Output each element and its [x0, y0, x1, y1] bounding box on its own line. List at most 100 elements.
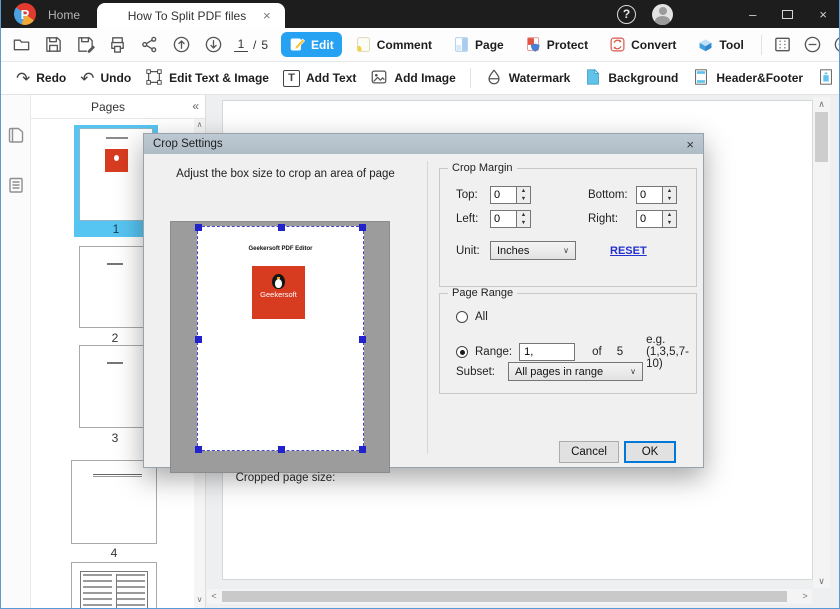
spin-up-icon[interactable]: ▲	[517, 211, 530, 219]
all-label: All	[475, 311, 488, 323]
fit-width-button[interactable]	[771, 33, 794, 57]
tab-close-icon[interactable]: ×	[263, 8, 285, 23]
spin-up-icon[interactable]: ▲	[517, 187, 530, 195]
tab-tool[interactable]: Tool	[689, 32, 751, 57]
right-margin-input[interactable]	[636, 210, 663, 228]
tab-page[interactable]: Page	[445, 32, 512, 57]
tab-comment[interactable]: Comment	[347, 32, 440, 57]
open-file-button[interactable]	[10, 33, 33, 57]
save-as-button[interactable]	[74, 33, 97, 57]
scroll-left-icon[interactable]: <	[207, 589, 221, 604]
crop-handle-n[interactable]	[278, 224, 285, 231]
page-thumbnail-3[interactable]	[79, 345, 151, 428]
tab-home[interactable]: Home	[48, 8, 80, 22]
account-avatar[interactable]	[652, 4, 673, 25]
subset-value: All pages in range	[515, 366, 603, 378]
pages-panel-title: Pages	[31, 100, 185, 114]
app-window: P Home How To Split PDF files × ? – ×	[0, 0, 840, 609]
tool-icon	[697, 36, 714, 53]
scroll-up-icon[interactable]: ∧	[813, 97, 830, 111]
collapse-panel-icon[interactable]: «	[192, 99, 199, 113]
crop-handle-sw[interactable]	[195, 446, 202, 453]
crop-handle-nw[interactable]	[195, 224, 202, 231]
edit-text-image-button[interactable]: Edit Text & Image	[145, 68, 269, 89]
left-margin-input[interactable]	[490, 210, 517, 228]
all-radio[interactable]	[456, 311, 468, 323]
crop-handle-se[interactable]	[359, 446, 366, 453]
page-number-label: 2	[79, 331, 151, 345]
crop-handle-s[interactable]	[278, 446, 285, 453]
window-close-button[interactable]: ×	[819, 7, 827, 22]
tab-edit[interactable]: Edit	[281, 32, 342, 57]
spin-down-icon[interactable]: ▼	[663, 195, 676, 203]
tab-protect[interactable]: Protect	[517, 32, 596, 57]
crop-handle-e[interactable]	[359, 336, 366, 343]
scroll-down-icon[interactable]: ∨	[813, 574, 830, 588]
chevron-down-icon: ∨	[557, 246, 569, 255]
scrollbar-thumb[interactable]	[222, 591, 787, 602]
spin-down-icon[interactable]: ▼	[663, 219, 676, 227]
help-icon[interactable]: ?	[617, 5, 636, 24]
zoom-out-button[interactable]	[801, 33, 824, 57]
top-margin-input[interactable]	[490, 186, 517, 204]
unit-value: Inches	[497, 245, 529, 257]
previous-page-button[interactable]	[170, 33, 193, 57]
main-toolbar: 1 / 5 Edit Comment Page	[1, 28, 839, 62]
right-margin-spinner[interactable]: ▲▼	[663, 210, 677, 228]
crop-selection-rect[interactable]	[197, 226, 364, 451]
dialog-divider	[427, 161, 428, 454]
bates-page-icon	[817, 68, 835, 89]
bottom-margin-input[interactable]	[636, 186, 663, 204]
scroll-down-icon[interactable]: ∨	[194, 594, 205, 606]
range-radio[interactable]	[456, 346, 468, 358]
top-margin-spinner[interactable]: ▲▼	[517, 186, 531, 204]
print-button[interactable]	[106, 33, 129, 57]
undo-button[interactable]: ↶ Undo	[80, 70, 131, 87]
header-footer-button[interactable]: Header&Footer	[692, 68, 803, 89]
subset-label: Subset:	[456, 366, 501, 378]
background-button[interactable]: Background	[584, 68, 678, 89]
tab-document[interactable]: How To Split PDF files ×	[97, 3, 285, 28]
next-page-button[interactable]	[202, 33, 225, 57]
ok-button[interactable]: OK	[624, 441, 676, 463]
share-button[interactable]	[138, 33, 161, 57]
tab-convert[interactable]: Convert	[601, 32, 684, 57]
spin-down-icon[interactable]: ▼	[517, 195, 530, 203]
left-margin-spinner[interactable]: ▲▼	[517, 210, 531, 228]
page-thumbnail-5[interactable]	[71, 562, 157, 609]
redo-icon: ↷	[16, 70, 30, 87]
vertical-scrollbar[interactable]: ∧ ∨	[813, 97, 830, 588]
spin-up-icon[interactable]: ▲	[663, 187, 676, 195]
dialog-titlebar[interactable]: Crop Settings ×	[144, 134, 703, 154]
cancel-button[interactable]: Cancel	[559, 441, 619, 463]
header-footer-page-icon	[692, 68, 710, 89]
unit-dropdown[interactable]: Inches ∨	[490, 241, 576, 260]
bookmarks-panel-icon[interactable]	[6, 175, 26, 195]
bates-numbering-button[interactable]: Bates Numbering	[817, 68, 840, 89]
zoom-in-button[interactable]	[831, 33, 840, 57]
bottom-margin-spinner[interactable]: ▲▼	[663, 186, 677, 204]
reset-link[interactable]: RESET	[610, 245, 647, 257]
minimize-button[interactable]: –	[749, 7, 756, 22]
scroll-right-icon[interactable]: >	[798, 589, 812, 604]
scrollbar-thumb[interactable]	[815, 112, 828, 162]
page-range-title: Page Range	[448, 287, 517, 299]
scroll-up-icon[interactable]: ∧	[194, 119, 205, 131]
horizontal-scrollbar[interactable]: < >	[207, 589, 812, 604]
subset-dropdown[interactable]: All pages in range ∨	[508, 362, 643, 381]
spin-down-icon[interactable]: ▼	[517, 219, 530, 227]
crop-handle-ne[interactable]	[359, 224, 366, 231]
dialog-close-icon[interactable]: ×	[686, 137, 694, 152]
page-number-input[interactable]: 1	[234, 37, 248, 52]
spin-up-icon[interactable]: ▲	[663, 211, 676, 219]
page-thumbnail-2[interactable]	[79, 246, 151, 328]
add-text-button[interactable]: T Add Text	[283, 70, 356, 87]
range-input[interactable]	[519, 343, 575, 361]
thumbnails-panel-icon[interactable]	[6, 125, 26, 145]
add-image-button[interactable]: Add Image	[370, 68, 455, 89]
redo-button[interactable]: ↷ Redo	[16, 70, 66, 87]
crop-handle-w[interactable]	[195, 336, 202, 343]
maximize-button[interactable]	[782, 10, 793, 19]
watermark-button[interactable]: Watermark	[485, 68, 571, 89]
save-button[interactable]	[42, 33, 65, 57]
